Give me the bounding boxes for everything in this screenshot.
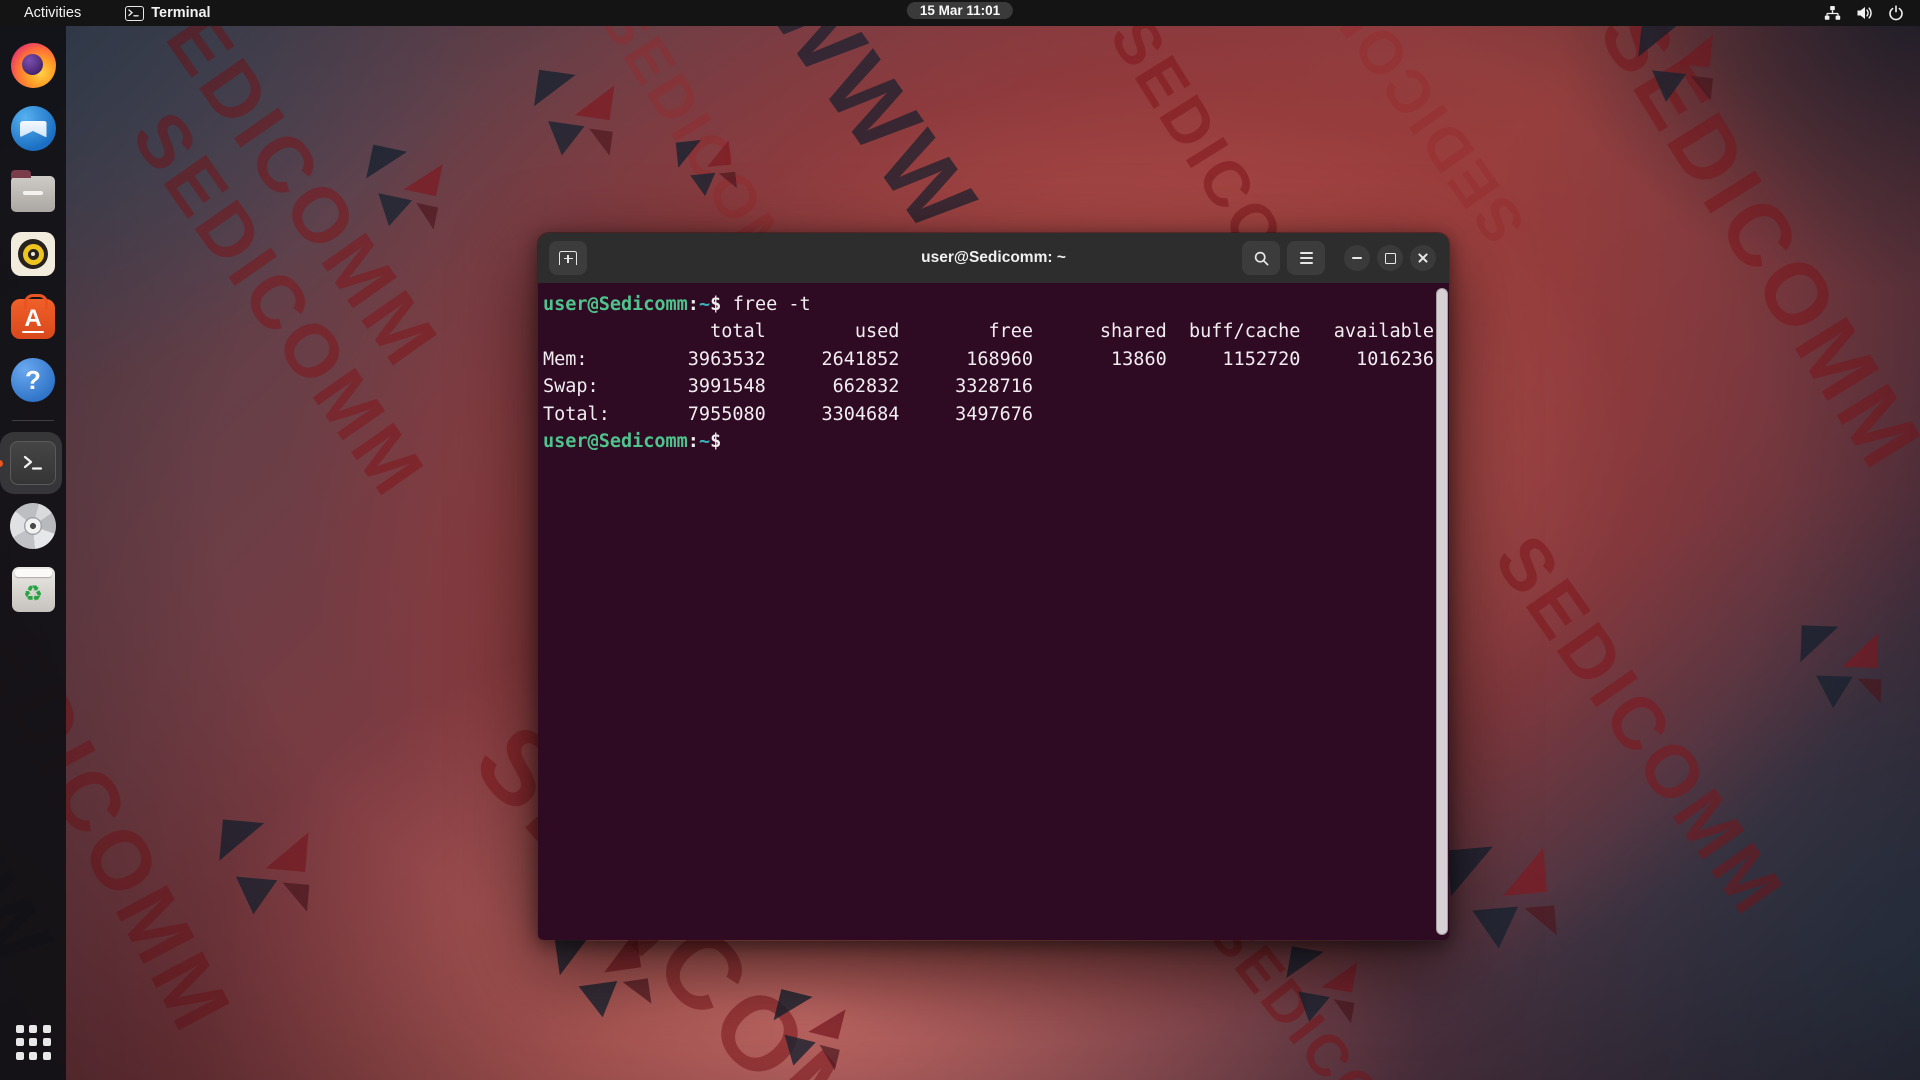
triangle-logo-decoration bbox=[1446, 840, 1577, 970]
maximize-icon bbox=[1384, 252, 1396, 264]
dock-item-cd-media[interactable] bbox=[9, 502, 57, 550]
top-bar: Activities Terminal 15 Mar 11:01 bbox=[0, 0, 1920, 26]
show-apps-button[interactable] bbox=[9, 1018, 57, 1066]
prompt-path: ~ bbox=[698, 294, 711, 315]
cd-icon bbox=[10, 503, 56, 549]
menu-button[interactable] bbox=[1287, 241, 1325, 275]
free-output-mem-row: Mem: 3963532 2641852 168960 13860 115272… bbox=[543, 348, 1435, 370]
wallpaper-brand-text: SEDICOMM bbox=[116, 96, 443, 513]
close-icon bbox=[1417, 252, 1429, 264]
recycle-glyph: ♻ bbox=[23, 581, 43, 607]
triangle-logo-decoration bbox=[1277, 946, 1374, 1043]
triangle-logo-decoration bbox=[761, 989, 863, 1080]
prompt-separator: : bbox=[687, 431, 699, 453]
new-tab-icon bbox=[559, 251, 577, 265]
prompt-symbol: $ bbox=[710, 294, 722, 315]
help-icon: ? bbox=[11, 358, 55, 402]
minimize-button[interactable] bbox=[1344, 245, 1370, 271]
terminal-command-line: user@Sedicomm:~$ free -t bbox=[543, 291, 1431, 318]
free-output-swap-row: Swap: 3991548 662832 3328716 bbox=[543, 376, 1034, 398]
terminal-icon bbox=[10, 441, 56, 485]
clock-button[interactable]: 15 Mar 11:01 bbox=[906, 2, 1014, 19]
files-icon bbox=[11, 170, 55, 212]
power-icon bbox=[1889, 5, 1903, 21]
focused-app-menu[interactable]: Terminal bbox=[125, 5, 211, 21]
terminal-content[interactable]: user@Sedicomm:~$ free -t total used free … bbox=[538, 283, 1449, 940]
dock-item-ubuntu-software[interactable]: A bbox=[9, 293, 57, 341]
search-button[interactable] bbox=[1242, 241, 1280, 275]
wallpaper-brand-text: SEDICOMM bbox=[1277, 0, 1538, 256]
triangle-logo-decoration bbox=[355, 144, 462, 252]
dock-item-files[interactable] bbox=[9, 167, 57, 215]
wallpaper-www-text: WWW bbox=[747, 0, 999, 254]
minimize-icon bbox=[1352, 257, 1362, 259]
dock-item-thunderbird[interactable] bbox=[9, 104, 57, 152]
activities-button[interactable]: Activities bbox=[18, 3, 87, 23]
dock-separator bbox=[12, 420, 54, 421]
rhythmbox-icon bbox=[11, 232, 55, 276]
close-button[interactable] bbox=[1410, 245, 1436, 271]
wallpaper-brand-text: SEDICOMM bbox=[1479, 520, 1802, 931]
hamburger-icon bbox=[1299, 252, 1313, 264]
new-tab-button[interactable] bbox=[549, 241, 587, 275]
dock-item-terminal-active[interactable] bbox=[0, 432, 62, 494]
terminal-prompt-line: user@Sedicomm:~$ bbox=[543, 428, 1431, 455]
dock: A ? ♻ bbox=[0, 26, 66, 1080]
thunderbird-icon bbox=[10, 105, 56, 151]
network-icon bbox=[1824, 6, 1841, 20]
system-status-menu[interactable] bbox=[1808, 0, 1920, 26]
prompt-symbol: $ bbox=[710, 431, 722, 453]
typed-command: free -t bbox=[732, 294, 811, 315]
triangle-logo-decoration bbox=[526, 69, 634, 178]
free-output-header: total used free shared buff/cache availa… bbox=[543, 321, 1435, 343]
focused-app-label: Terminal bbox=[151, 5, 211, 21]
terminal-scrollbar bbox=[1435, 288, 1448, 935]
prompt-user: user@Sedicomm bbox=[543, 294, 688, 315]
ubuntu-software-icon: A bbox=[11, 294, 55, 339]
volume-icon bbox=[1857, 7, 1872, 19]
maximize-button[interactable] bbox=[1377, 245, 1403, 271]
scrollbar-thumb[interactable] bbox=[1436, 288, 1448, 935]
terminal-window: user@Sedicomm: ~ user@Sedicomm:~$ free -t… bbox=[537, 232, 1450, 941]
triangle-logo-decoration bbox=[213, 819, 330, 936]
wallpaper-brand-text: SEDICOMM bbox=[1580, 0, 1920, 488]
window-titlebar[interactable]: user@Sedicomm: ~ bbox=[538, 233, 1449, 283]
dock-item-rhythmbox[interactable] bbox=[9, 230, 57, 278]
search-icon bbox=[1254, 251, 1268, 265]
wallpaper-brand-text: SEDICOMM bbox=[117, 0, 457, 384]
terminal-app-icon bbox=[125, 5, 145, 21]
triangle-logo-decoration bbox=[1798, 625, 1897, 724]
prompt-user: user@Sedicomm bbox=[543, 431, 688, 453]
firefox-icon bbox=[10, 42, 56, 88]
triangle-logo-decoration bbox=[1633, 22, 1732, 122]
dock-item-help[interactable]: ? bbox=[9, 356, 57, 404]
triangle-logo-decoration bbox=[675, 136, 749, 209]
prompt-path: ~ bbox=[698, 431, 711, 453]
trash-icon: ♻ bbox=[11, 566, 55, 612]
free-output-total-row: Total: 7955080 3304684 3497676 bbox=[543, 403, 1034, 425]
dock-item-firefox[interactable] bbox=[9, 41, 57, 89]
dock-item-trash[interactable]: ♻ bbox=[9, 565, 57, 613]
prompt-separator: : bbox=[687, 294, 699, 315]
